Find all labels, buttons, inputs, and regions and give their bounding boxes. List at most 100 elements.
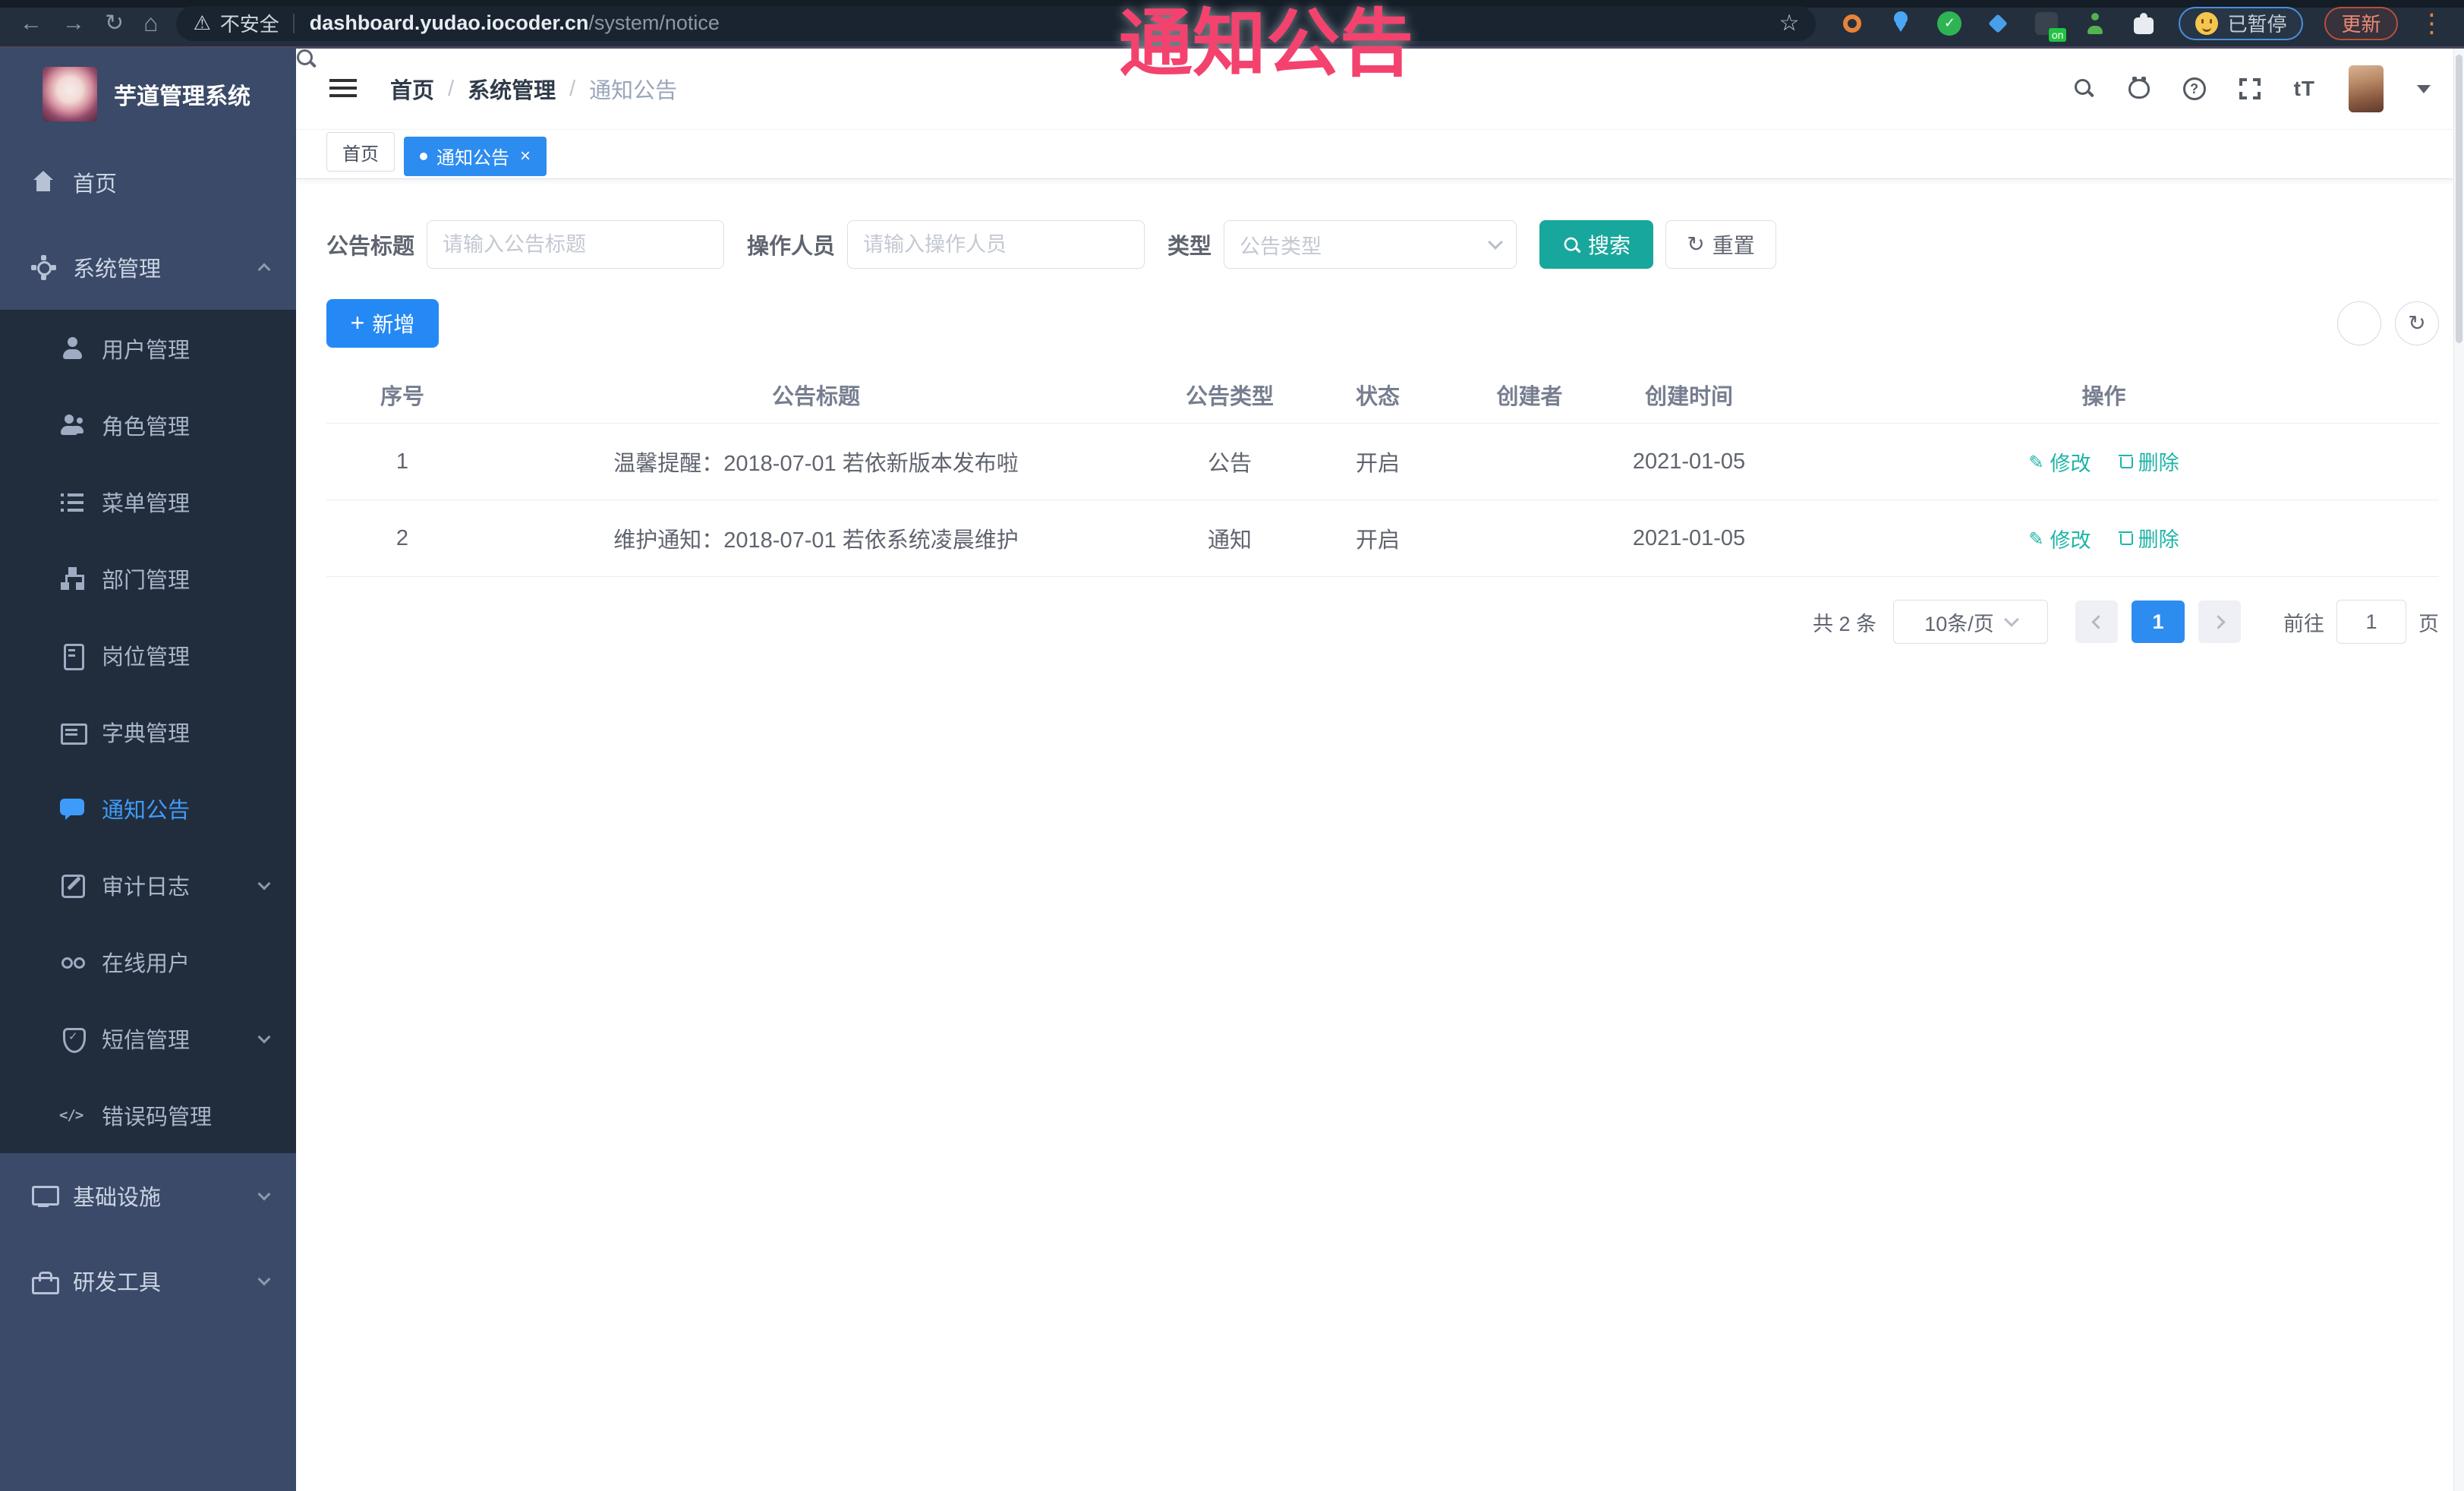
sidebar-item-audit-log[interactable]: 审计日志 [0, 846, 296, 923]
type-select-placeholder: 公告类型 [1240, 235, 1322, 258]
sidebar-item-post-management[interactable]: 岗位管理 [0, 616, 296, 693]
search-icon[interactable] [2074, 78, 2095, 99]
main-content: 首页 / 系统管理 / 通知公告 首页 通知公告 [296, 49, 2464, 1491]
search-icon [1564, 237, 1579, 252]
filter-type-item: 类型 公告类型 [1167, 220, 1517, 269]
delete-button[interactable]: 删除 [2118, 523, 2179, 553]
goto-page-input[interactable] [2336, 600, 2406, 644]
chevron-down-icon [2003, 612, 2019, 627]
sidebar-item-sms-management[interactable]: 短信管理 [0, 1000, 296, 1076]
chevron-down-icon [1488, 235, 1503, 250]
extension-sprout-icon[interactable] [2081, 10, 2109, 37]
browser-update-button[interactable]: 更新 [2324, 6, 2398, 40]
shield-icon [59, 1026, 86, 1053]
sidebar-item-menu-management[interactable]: 菜单管理 [0, 463, 296, 540]
scrollbar-thumb[interactable] [2456, 55, 2462, 343]
chevron-right-icon [2210, 614, 2226, 629]
browser-forward-icon[interactable] [62, 12, 85, 35]
bubble-icon [59, 796, 85, 821]
sidebar-item-home[interactable]: 首页 [0, 140, 296, 225]
tab-1[interactable]: 通知公告 [404, 136, 547, 176]
edit-button[interactable]: 修改 [2028, 524, 2091, 553]
omnibox-divider [292, 13, 295, 33]
column-header: 公告标题 [771, 384, 860, 409]
tab-0[interactable]: 首页 [326, 132, 395, 172]
font-size-icon[interactable] [2294, 77, 2315, 101]
address-bar[interactable]: 不安全 dashboard.yudao.iocoder.cn/system/no… [176, 5, 1816, 41]
breadcrumb-home[interactable]: 首页 [390, 73, 434, 105]
title-filter-input[interactable] [427, 220, 725, 269]
extension-green-circle-icon[interactable] [1936, 10, 1963, 37]
table-toolbar: 新增 [326, 299, 2439, 348]
avatar-caret-icon[interactable] [2417, 84, 2431, 93]
breadcrumb-system[interactable]: 系统管理 [468, 73, 556, 105]
extensions-puzzle-icon[interactable] [2130, 10, 2157, 37]
extension-diamond-icon[interactable] [1984, 10, 2012, 37]
online-icon [59, 949, 85, 975]
current-page-button[interactable]: 1 [2132, 600, 2185, 643]
logo-image [43, 67, 97, 121]
toggle-search-button[interactable] [2337, 301, 2381, 345]
sidebar-item-label: 首页 [73, 172, 118, 197]
help-icon[interactable] [2182, 77, 2206, 100]
extensions-row: on 已暂停 更新 [1839, 6, 2461, 42]
refresh-table-button[interactable] [2395, 301, 2439, 345]
page-size-select[interactable]: 10条/页 [1893, 600, 2048, 644]
browser-home-icon[interactable] [143, 11, 158, 36]
extension-switch-icon[interactable]: on [2033, 10, 2067, 42]
app-logo[interactable]: 芋道管理系统 [0, 49, 296, 140]
browser-menu-icon[interactable] [2419, 8, 2445, 39]
sidebar-menu: 首页 系统管理 用户管理 角色管理 菜单管理 部门管理 岗位管理 字典管理 通知… [0, 140, 296, 1323]
profile-paused-chip[interactable]: 已暂停 [2179, 6, 2304, 40]
sidebar-item-user-management[interactable]: 用户管理 [0, 310, 296, 386]
filter-title-item: 公告标题 [326, 220, 725, 269]
app-title: 芋道管理系统 [114, 84, 250, 109]
pencil-icon [59, 872, 85, 898]
sidebar-item-label: 基础设施 [73, 1186, 162, 1210]
user-icon [59, 336, 85, 361]
toolbox-icon [30, 1268, 59, 1294]
sidebar-item-dict-management[interactable]: 字典管理 [0, 693, 296, 770]
sidebar-item-dev-tools[interactable]: 研发工具 [0, 1238, 296, 1323]
sidebar-item-error-code-management[interactable]: 错误码管理 [0, 1076, 296, 1153]
extension-pin-icon[interactable] [1887, 10, 1914, 37]
sidebar-item-system-management[interactable]: 系统管理 [0, 225, 296, 310]
operator-filter-input[interactable] [847, 220, 1145, 269]
next-page-button[interactable] [2198, 600, 2241, 643]
cell-index: 2 [395, 525, 409, 550]
browser-back-icon[interactable] [20, 12, 43, 35]
browser-toolbar: 不安全 dashboard.yudao.iocoder.cn/system/no… [0, 0, 2464, 49]
tab-close-icon[interactable] [520, 147, 531, 165]
bookmark-star-icon[interactable] [1779, 10, 1800, 36]
pencil-icon [2028, 450, 2043, 474]
prev-page-button[interactable] [2075, 600, 2118, 643]
sidebar-toggle-icon[interactable] [329, 77, 357, 100]
page-url: dashboard.yudao.iocoder.cn/system/notice [309, 11, 720, 34]
filter-form: 公告标题 操作人员 类型 公告类型 搜索 [326, 220, 2439, 269]
reset-button[interactable]: 重置 [1665, 220, 1777, 269]
tabs: 首页 通知公告 [326, 132, 556, 176]
fullscreen-icon[interactable] [2239, 78, 2261, 99]
sidebar-item-role-management[interactable]: 角色管理 [0, 386, 296, 463]
page-scrollbar[interactable] [2453, 49, 2464, 1491]
type-select[interactable]: 公告类型 [1224, 220, 1517, 269]
browser-reload-icon[interactable] [105, 12, 124, 35]
github-icon[interactable] [2128, 77, 2150, 99]
extension-orange-ring-icon[interactable] [1839, 10, 1866, 37]
add-button[interactable]: 新增 [326, 299, 439, 348]
delete-button[interactable]: 删除 [2118, 446, 2179, 476]
not-secure-label: 不安全 [219, 13, 279, 36]
trash-icon [2118, 530, 2133, 546]
search-button[interactable]: 搜索 [1539, 220, 1654, 269]
edit-button[interactable]: 修改 [2028, 447, 2091, 477]
user-avatar[interactable] [2349, 65, 2384, 112]
total-count: 共 2 条 [1812, 612, 1876, 635]
pencil-icon [2028, 527, 2043, 550]
tab-label: 通知公告 [436, 148, 509, 169]
sidebar-item-dept-management[interactable]: 部门管理 [0, 540, 296, 616]
cell-index: 1 [395, 449, 409, 474]
sidebar-item-infrastructure[interactable]: 基础设施 [0, 1153, 296, 1238]
cell-actions: 修改 删除 [1769, 446, 2439, 478]
sidebar-item-online-users[interactable]: 在线用户 [0, 923, 296, 1000]
sidebar-item-notice-announcement[interactable]: 通知公告 [0, 770, 296, 846]
